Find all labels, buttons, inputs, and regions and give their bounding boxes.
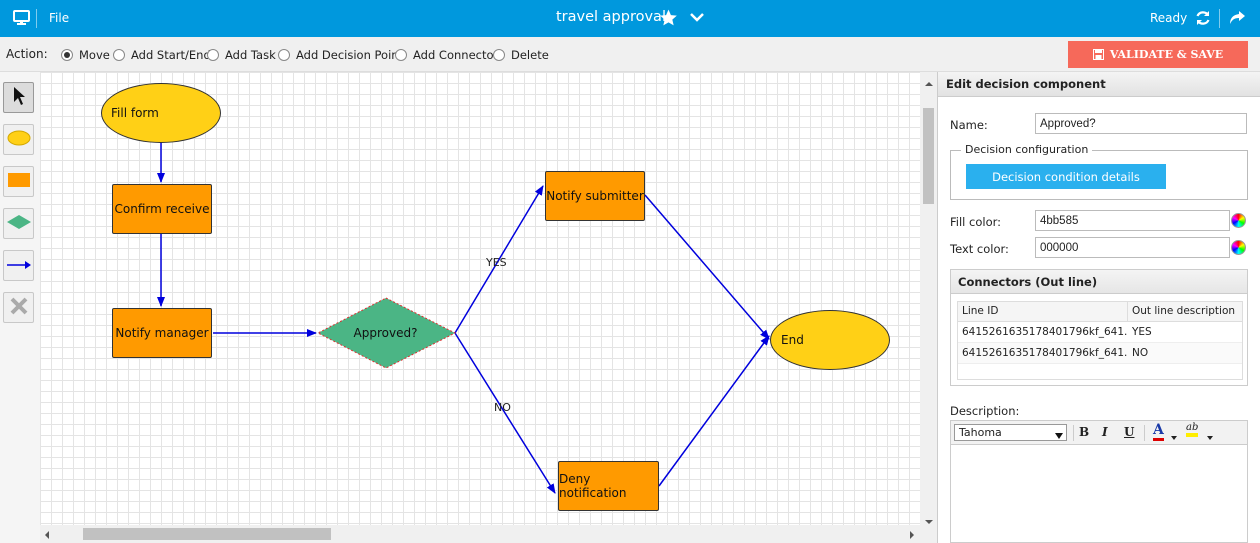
refresh-icon[interactable] [1195,10,1211,26]
name-input[interactable] [1035,113,1247,134]
node-confirm-receive[interactable]: Confirm receive [112,184,212,234]
scroll-right-icon[interactable] [909,529,915,543]
font-select[interactable]: Tahoma [954,424,1067,441]
cursor-icon [12,86,26,109]
action-label: Action: [6,47,48,61]
edge-label-yes: YES [486,256,507,269]
file-menu[interactable]: File [49,11,69,25]
color-picker-icon[interactable] [1231,240,1246,255]
column-header-line-id[interactable]: Line ID [958,302,1128,322]
arrow-right-icon [6,259,32,273]
monitor-icon[interactable] [13,10,30,25]
highlight-icon[interactable]: ab [1186,422,1199,437]
radio-add-task-indicator[interactable] [207,49,219,61]
shape-palette [0,72,40,543]
vertical-scrollbar[interactable] [920,72,937,525]
diagram-canvas[interactable]: Fill form Confirm receive Notify manager… [40,72,920,525]
radio-add-decision-point-indicator[interactable] [278,49,290,61]
description-label: Description: [950,404,1020,418]
edge-label-no: NO [494,401,511,414]
italic-icon[interactable]: I [1102,425,1108,439]
connectors-table: Line ID Out line description 64152616351… [957,301,1243,380]
decision-configuration-group: Decision configuration Decision conditio… [950,143,1248,200]
dropdown-arrow-icon [1055,429,1063,442]
node-notify-manager[interactable]: Notify manager [112,308,212,358]
scroll-up-icon[interactable] [924,76,934,90]
radio-add-task[interactable]: Add Task [207,48,276,62]
rectangle-shape-icon [7,172,31,191]
color-picker-icon[interactable] [1231,213,1246,228]
radio-add-connector-indicator[interactable] [395,49,407,61]
node-approved-label[interactable]: Approved? [320,322,451,344]
page-title: travel approval [556,9,666,25]
horizontal-scrollbar[interactable] [40,525,920,543]
cell-line-id: 6415261635178401796kf_641... [962,347,1128,359]
radio-add-start-end[interactable]: Add Start/End [113,48,211,62]
table-row[interactable]: 6415261635178401796kf_641... YES [958,322,1242,343]
status-text: Ready [1150,11,1188,25]
scroll-corner [920,525,937,543]
font-color-icon[interactable]: A [1153,422,1164,441]
highlight-dropdown-icon[interactable] [1207,429,1213,443]
underline-icon[interactable]: U [1124,425,1134,439]
radio-move[interactable]: Move [61,48,110,62]
fill-color-label: Fill color: [950,215,1002,229]
description-editor[interactable]: Tahoma B I U A ab [950,420,1248,543]
horizontal-scroll-thumb[interactable] [83,528,331,540]
decision-tool-button[interactable] [3,208,34,239]
connectors-section: Connectors (Out line) Line ID Out line d… [950,269,1248,386]
cell-line-id: 6415261635178401796kf_641... [962,326,1128,338]
editor-toolbar: Tahoma B I U A ab [951,421,1247,445]
fill-color-input[interactable] [1035,210,1230,231]
close-icon [9,296,29,319]
radio-move-indicator[interactable] [61,49,73,61]
table-row[interactable]: 6415261635178401796kf_641... NO [958,343,1242,364]
text-color-input[interactable] [1035,237,1230,258]
chevron-down-icon[interactable] [690,12,704,22]
scroll-left-icon[interactable] [44,529,50,543]
cell-description: YES [1132,326,1152,338]
diamond-shape-icon [6,214,32,233]
bold-icon[interactable]: B [1079,425,1089,439]
top-bar: File travel approval Ready [0,0,1260,37]
star-icon[interactable] [658,8,679,28]
properties-panel: Edit decision component Name: Decision c… [937,72,1260,543]
start-end-tool-button[interactable] [3,124,34,155]
cell-description: NO [1132,347,1149,359]
font-color-dropdown-icon[interactable] [1171,429,1177,443]
edge-submitter-end[interactable] [644,194,770,340]
task-tool-button[interactable] [3,166,34,197]
node-deny-notification[interactable]: Deny notification [558,461,659,511]
decision-condition-details-button[interactable]: Decision condition details [966,164,1166,189]
radio-add-start-end-indicator[interactable] [113,49,125,61]
save-icon [1092,49,1104,60]
share-icon[interactable] [1229,10,1246,25]
node-fill-form[interactable]: Fill form [101,83,221,143]
connector-tool-button[interactable] [3,250,34,281]
connectors-title: Connectors (Out line) [951,270,1247,294]
node-end[interactable]: End [770,310,890,370]
ellipse-shape-icon [7,130,31,149]
vertical-scroll-thumb[interactable] [923,108,934,204]
name-label: Name: [950,118,988,132]
text-color-label: Text color: [950,242,1009,256]
panel-title: Edit decision component [938,72,1260,97]
edge-deny-end[interactable] [658,335,770,487]
radio-add-decision-point[interactable]: Add Decision Point [278,48,403,62]
pointer-tool-button[interactable] [3,82,34,113]
delete-tool-button[interactable] [3,292,34,323]
node-notify-submitter[interactable]: Notify submitter [545,171,645,221]
radio-add-connector[interactable]: Add Connector [395,48,498,62]
decision-configuration-legend: Decision configuration [961,143,1093,156]
column-header-description[interactable]: Out line description [1128,302,1242,322]
radio-delete[interactable]: Delete [493,48,549,62]
validate-save-button[interactable]: VALIDATE & SAVE [1068,41,1248,68]
radio-delete-indicator[interactable] [493,49,505,61]
